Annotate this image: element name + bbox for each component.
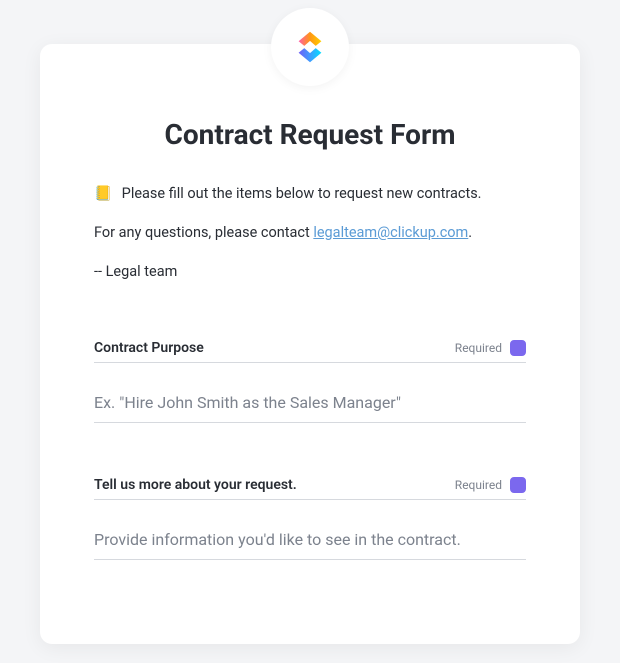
field-contract-purpose: Contract Purpose Required (94, 340, 526, 423)
contract-purpose-input[interactable] (94, 387, 526, 423)
app-logo (271, 8, 349, 86)
request-details-input[interactable] (94, 524, 526, 560)
field-label: Tell us more about your request. (94, 477, 297, 493)
required-text: Required (455, 341, 502, 355)
field-header: Contract Purpose Required (94, 340, 526, 363)
contact-email-link[interactable]: legalteam@clickup.com (313, 224, 468, 241)
field-label: Contract Purpose (94, 340, 204, 356)
required-indicator: Required (455, 340, 526, 356)
required-checkbox-icon (510, 477, 526, 493)
page-title: Contract Request Form (94, 118, 526, 151)
contact-suffix: . (468, 224, 472, 241)
field-header: Tell us more about your request. Require… (94, 477, 526, 500)
intro-instructions: 📒 Please fill out the items below to req… (94, 185, 526, 202)
required-checkbox-icon (510, 340, 526, 356)
intro-contact: For any questions, please contact legalt… (94, 224, 526, 241)
contact-prefix: For any questions, please contact (94, 224, 313, 241)
required-indicator: Required (455, 477, 526, 493)
intro-text-1: Please fill out the items below to reque… (122, 185, 482, 202)
signoff: -- Legal team (94, 263, 526, 280)
required-text: Required (455, 478, 502, 492)
field-request-details: Tell us more about your request. Require… (94, 477, 526, 560)
clickup-logo-icon (291, 28, 329, 66)
form-card: Contract Request Form 📒 Please fill out … (40, 44, 580, 644)
note-icon: 📒 (94, 185, 112, 202)
